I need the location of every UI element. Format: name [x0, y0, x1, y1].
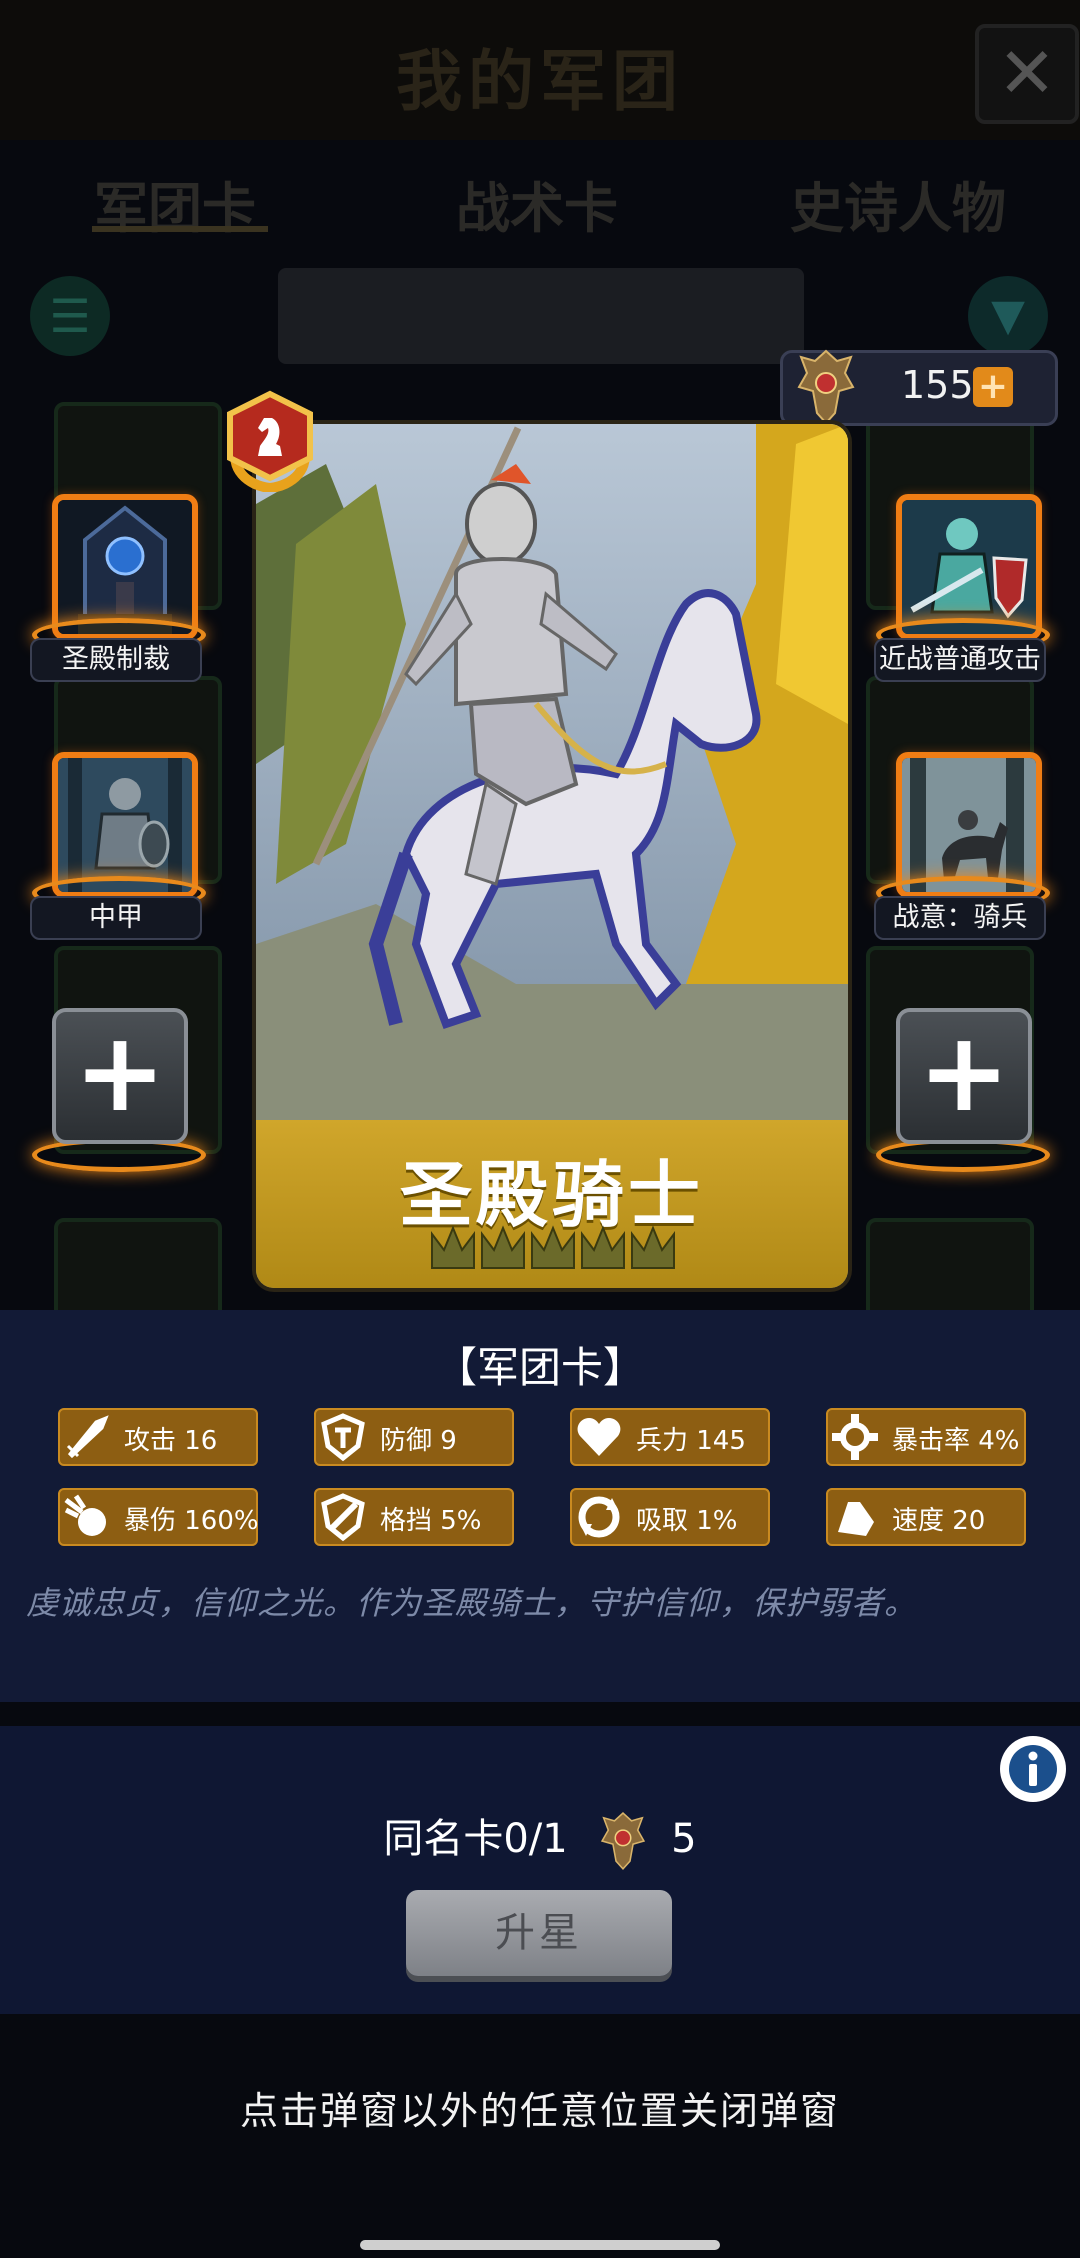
stat-attack: 攻击 16	[58, 1408, 258, 1466]
crit-damage-icon	[64, 1494, 106, 1536]
currency-value: 155	[901, 363, 974, 407]
melee-attack-skill-icon	[902, 500, 1036, 634]
currency-display: 155 +	[780, 349, 1058, 426]
armor-skill-icon	[58, 758, 192, 892]
stat-block: 格挡 5%	[314, 1488, 514, 1546]
skill-slot-label: 中甲	[30, 896, 202, 940]
tab-bar: 军团卡 战术卡 史诗人物	[0, 140, 1080, 260]
knight-portrait	[256, 424, 848, 1124]
home-indicator[interactable]	[360, 2240, 720, 2250]
card-info-panel: 【军团卡】 攻击 16 防御 9 兵力 145 暴击率 4% 暴伤 160% 格…	[0, 1310, 1080, 1702]
cathedral-skill-icon	[58, 500, 192, 634]
list-icon[interactable]: ☰	[30, 276, 110, 356]
add-skill-button[interactable]: +	[52, 1008, 188, 1144]
crit-rate-icon	[832, 1414, 878, 1460]
duplicate-card-count: 同名卡0/1	[383, 1816, 568, 1862]
cavalry-skill-icon	[902, 758, 1036, 892]
stat-crit-damage: 暴伤 160%	[58, 1488, 259, 1546]
sword-icon	[66, 1415, 109, 1459]
panel-title: 【军团卡】	[434, 1343, 645, 1392]
lifesteal-icon	[578, 1496, 620, 1538]
card-description: 虔诚忠贞，信仰之光。作为圣殿骑士，守护信仰，保护弱者。	[26, 1584, 918, 1622]
active-tab-indicator	[92, 226, 268, 232]
stat-troops: 兵力 145	[570, 1408, 770, 1466]
page-title: 我的军团	[396, 43, 684, 120]
panel-divider	[0, 1702, 1080, 1726]
star-crowns	[431, 1225, 675, 1269]
speed-icon	[838, 1502, 874, 1536]
stat-speed: 速度 20	[826, 1488, 1026, 1546]
close-icon[interactable]: ✕	[975, 24, 1079, 124]
skill-slot-label: 圣殿制裁	[30, 638, 202, 682]
info-icon[interactable]	[1000, 1736, 1066, 1802]
search-input[interactable]	[278, 268, 804, 364]
tab-epic-hero[interactable]: 史诗人物	[790, 164, 1006, 243]
tab-tactic-card[interactable]: 战术卡	[456, 164, 618, 243]
legion-card: 圣殿骑士	[256, 424, 848, 1288]
emblem-icon	[797, 349, 855, 425]
shield-icon	[321, 1413, 365, 1462]
add-skill-button[interactable]: +	[896, 1008, 1032, 1144]
close-hint: 点击弹窗以外的任意位置关闭弹窗	[239, 2089, 840, 2133]
heart-icon	[577, 1418, 621, 1456]
upgrade-star-button[interactable]: 升星	[406, 1890, 672, 1976]
stat-lifesteal: 吸取 1%	[570, 1488, 770, 1546]
filter-icon[interactable]: ▼	[968, 276, 1048, 356]
skill-slot-label: 战意：骑兵	[874, 896, 1046, 940]
stat-defense: 防御 9	[314, 1408, 514, 1466]
skill-slot-label: 近战普通攻击	[874, 638, 1046, 682]
stat-crit-rate: 暴击率 4%	[826, 1408, 1026, 1466]
block-icon	[321, 1493, 365, 1542]
upgrade-cost: 5	[671, 1816, 697, 1862]
duplicate-card-row: 同名卡0/1 5	[0, 1806, 1080, 1872]
add-currency-button[interactable]: +	[973, 367, 1013, 407]
emblem-icon	[601, 1812, 646, 1871]
knight-rank-badge-icon	[227, 390, 313, 492]
